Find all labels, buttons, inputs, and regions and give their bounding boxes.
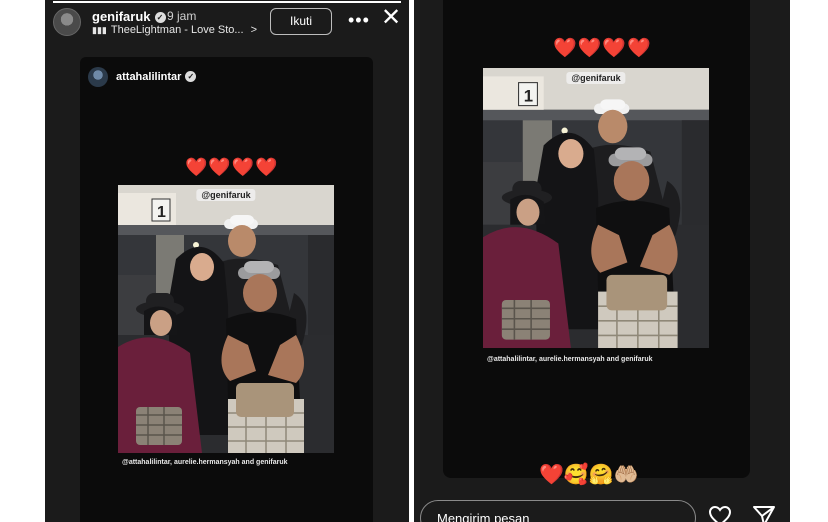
mention-tag[interactable]: @genifaruk: [196, 189, 256, 201]
story-username[interactable]: genifaruk ✓: [92, 9, 166, 24]
hearts-sticker: ❤️❤️❤️❤️: [553, 38, 652, 59]
group-photo[interactable]: @genifaruk: [118, 185, 334, 453]
username-text: genifaruk: [92, 9, 151, 24]
reposted-story-card[interactable]: ❤️❤️❤️❤️ @genifaruk @attahalilintar, aur…: [443, 0, 750, 478]
story-progress-bar: [53, 1, 401, 3]
close-icon[interactable]: ✕: [381, 6, 401, 30]
story-time: 9 jam: [167, 9, 197, 23]
group-photo-image: [483, 68, 709, 348]
send-icon[interactable]: [752, 505, 776, 522]
quick-reactions[interactable]: ❤️🥰🤗🤲🏼: [539, 462, 639, 487]
hearts-sticker: ❤️❤️❤️❤️: [185, 157, 279, 177]
follow-button[interactable]: Ikuti: [270, 8, 332, 35]
tagged-people[interactable]: @attahalilintar, aurelie.hermansyah and …: [487, 356, 653, 363]
music-bars-icon: ▮▮▮: [92, 25, 107, 35]
reposted-story-card[interactable]: attahalilintar ✓ ❤️❤️❤️❤️ @genifaruk @att…: [80, 57, 373, 522]
mention-tag[interactable]: @genifaruk: [566, 72, 626, 84]
more-horizontal-icon[interactable]: •••: [348, 10, 370, 31]
message-input[interactable]: Mengirim pesan: [420, 500, 696, 522]
verified-badge-icon: ✓: [185, 71, 197, 82]
group-photo-image: [118, 185, 334, 453]
reposter-avatar[interactable]: [88, 67, 108, 87]
tagged-people[interactable]: @attahalilintar, aurelie.hermansyah and …: [122, 459, 288, 466]
story-viewer-right: ❤️❤️❤️❤️ @genifaruk @attahalilintar, aur…: [414, 0, 790, 522]
reposter-username[interactable]: attahalilintar ✓: [116, 71, 197, 83]
chevron-right-icon: >: [250, 24, 258, 36]
profile-avatar[interactable]: [53, 8, 81, 36]
reposter-username-text: attahalilintar: [116, 71, 182, 83]
verified-badge-icon: ✓: [154, 12, 166, 23]
group-photo[interactable]: @genifaruk: [483, 68, 709, 348]
story-viewer-left: genifaruk ✓ 9 jam ▮▮▮ TheeLightman - Love …: [45, 0, 409, 522]
music-title: TheeLightman - Love Sto...: [110, 24, 244, 36]
music-link[interactable]: ▮▮▮ TheeLightman - Love Sto... >: [92, 24, 257, 36]
heart-outline-icon[interactable]: [708, 505, 732, 522]
